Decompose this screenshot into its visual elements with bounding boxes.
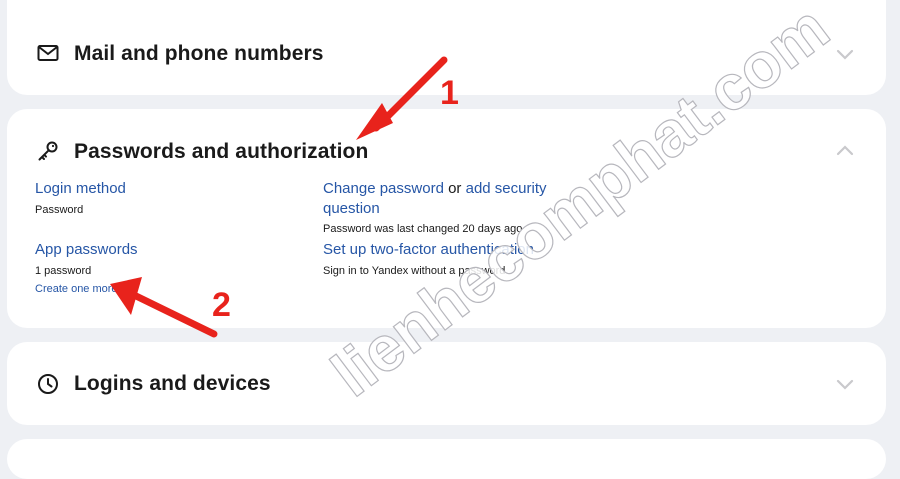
security-question-link[interactable]: question	[323, 200, 380, 217]
two-factor-link[interactable]: Set up two-factor authentication	[323, 241, 534, 258]
or-text: or	[448, 180, 462, 197]
app-passwords-link[interactable]: App passwords	[35, 241, 138, 258]
passwords-section: Passwords and authorization Login method…	[7, 109, 886, 328]
login-method-link[interactable]: Login method	[35, 180, 126, 197]
chevron-up-icon[interactable]	[834, 140, 856, 162]
chevron-down-icon[interactable]	[834, 373, 856, 395]
login-method-value: Password	[35, 204, 84, 216]
two-factor-note: Sign in to Yandex without a password	[323, 265, 506, 277]
logins-devices-section[interactable]: Logins and devices	[7, 342, 886, 425]
passwords-section-title: Passwords and authorization	[74, 140, 369, 163]
change-password-row: Change password or add security	[323, 180, 546, 197]
mail-icon	[37, 45, 59, 61]
key-icon	[38, 141, 58, 161]
arrow-2-label: 2	[212, 286, 231, 324]
clock-icon	[38, 374, 58, 394]
mail-section-title: Mail and phone numbers	[74, 42, 324, 65]
app-passwords-count: 1 password	[35, 265, 92, 277]
arrow-1-label: 1	[440, 74, 459, 112]
chevron-down-icon[interactable]	[834, 43, 856, 65]
logins-section-title: Logins and devices	[74, 372, 271, 395]
create-one-more-link[interactable]: Create one more	[35, 283, 118, 295]
next-section-card	[7, 439, 886, 479]
add-security-question-link[interactable]: add security	[466, 180, 547, 197]
change-password-link[interactable]: Change password	[323, 180, 444, 197]
password-changed-note: Password was last changed 20 days ago	[323, 223, 523, 235]
